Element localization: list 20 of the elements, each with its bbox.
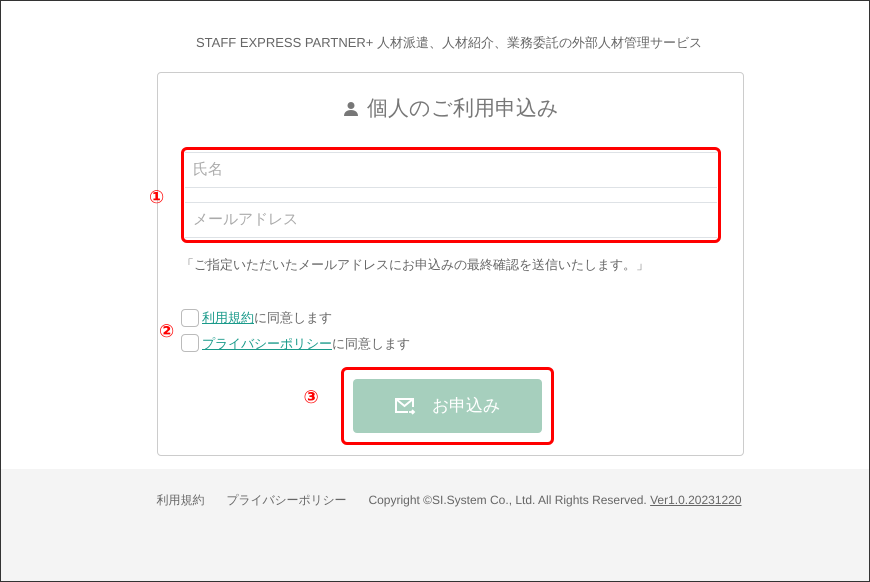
agreement-link[interactable]: プライバシーポリシー: [202, 336, 332, 350]
agreement-label: プライバシーポリシーに同意します: [202, 334, 410, 352]
person-icon: [343, 100, 359, 117]
form-title: 個人のご利用申込み: [367, 96, 559, 122]
tagline: STAFF EXPRESS PARTNER+ 人材派遣、人材紹介、業務委託の外部人材管理サービス: [195, 34, 703, 52]
annotation-number: ②: [159, 322, 174, 340]
input-field[interactable]: 氏名: [185, 152, 717, 188]
agreement-link[interactable]: 利用規約: [202, 310, 254, 325]
checkbox[interactable]: [181, 308, 199, 327]
note-text: 「ご指定いただいたメールアドレスにお申込みの最終確認を送信いたします。」: [181, 256, 650, 274]
mail-icon: [394, 397, 416, 415]
footer-link[interactable]: プライバシーポリシー: [226, 491, 346, 581]
version-link[interactable]: Ver1.0.20231220: [650, 493, 742, 507]
copyright-text: Copyright ©SI.System Co., Ltd. All Rights Reserved. Ver1.0.20231220: [368, 492, 742, 509]
footer-link[interactable]: 利用規約: [156, 491, 204, 581]
annotation-number: ①: [149, 188, 164, 206]
annotation-number: ③: [304, 388, 319, 406]
checkbox[interactable]: [181, 334, 199, 352]
input-field[interactable]: メールアドレス: [185, 202, 717, 238]
agreement-label: 利用規約に同意します: [202, 309, 332, 327]
